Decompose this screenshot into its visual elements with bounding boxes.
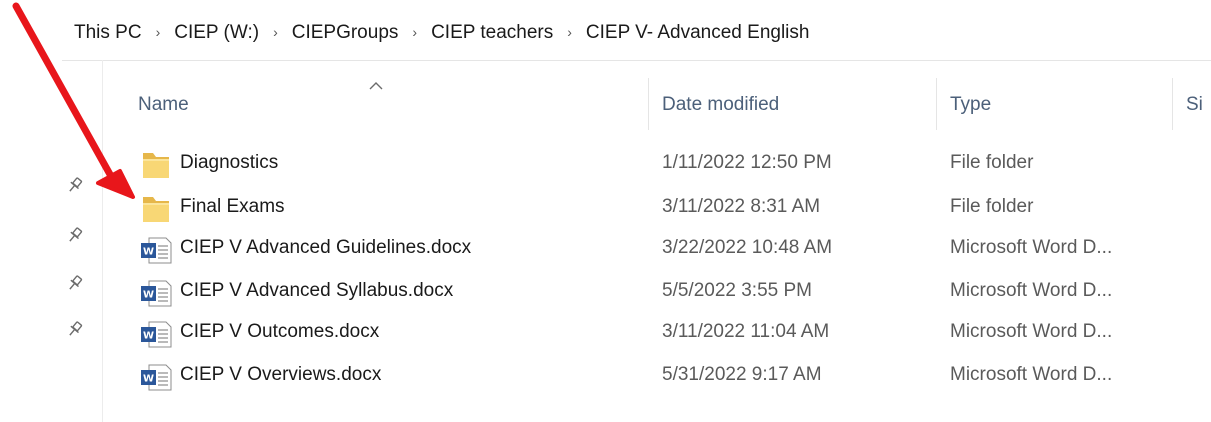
- breadcrumb-ciep-teachers[interactable]: CIEP teachers: [431, 22, 553, 44]
- file-date-modified: 5/31/2022 9:17 AM: [662, 364, 822, 385]
- file-type: File folder: [950, 196, 1034, 217]
- column-header-date-label: Date modified: [662, 94, 780, 115]
- column-header-date-modified[interactable]: Date modified: [662, 90, 779, 120]
- file-name[interactable]: Final Exams: [180, 196, 285, 218]
- file-type: Microsoft Word D...: [950, 237, 1113, 258]
- file-row[interactable]: W CIEP V Outcomes.docx 3/11/2022 11:04 A…: [138, 313, 1211, 353]
- file-type: File folder: [950, 152, 1034, 173]
- pin-icon[interactable]: [66, 320, 84, 338]
- breadcrumb-drive[interactable]: CIEP (W:): [174, 22, 259, 44]
- file-date-modified: 3/11/2022 8:31 AM: [662, 196, 821, 217]
- pin-icon[interactable]: [66, 226, 84, 244]
- column-header-name[interactable]: Name: [138, 90, 189, 120]
- column-resize-handle[interactable]: [1172, 78, 1173, 130]
- file-name[interactable]: CIEP V Advanced Syllabus.docx: [180, 280, 453, 302]
- word-document-icon: W: [141, 321, 172, 348]
- file-date-modified: 1/11/2022 12:50 PM: [662, 152, 832, 173]
- word-document-icon: W: [141, 280, 172, 307]
- word-document-icon: W: [141, 237, 172, 264]
- pin-icon[interactable]: [66, 274, 84, 292]
- column-resize-handle[interactable]: [936, 78, 937, 130]
- breadcrumb-separator-icon[interactable]: ›: [156, 24, 161, 40]
- file-row[interactable]: W CIEP V Overviews.docx 5/31/2022 9:17 A…: [138, 356, 1211, 396]
- file-row[interactable]: W CIEP V Advanced Syllabus.docx 5/5/2022…: [138, 272, 1211, 312]
- breadcrumb-this-pc[interactable]: This PC: [74, 22, 142, 44]
- word-document-icon: W: [141, 364, 172, 391]
- file-name[interactable]: CIEP V Overviews.docx: [180, 364, 381, 386]
- pin-icon[interactable]: [66, 176, 84, 194]
- svg-text:W: W: [143, 290, 154, 301]
- file-row[interactable]: W CIEP V Advanced Guidelines.docx 3/22/2…: [138, 229, 1211, 269]
- column-resize-handle[interactable]: [648, 78, 649, 130]
- breadcrumb-separator-icon[interactable]: ›: [567, 24, 572, 40]
- address-bar-divider: [62, 60, 1211, 61]
- breadcrumb-current-folder[interactable]: CIEP V- Advanced English: [586, 22, 810, 44]
- column-header-size-label: Si: [1186, 94, 1203, 115]
- file-name[interactable]: CIEP V Outcomes.docx: [180, 321, 379, 343]
- file-type: Microsoft Word D...: [950, 364, 1113, 385]
- svg-text:W: W: [143, 374, 154, 385]
- column-header-name-label: Name: [138, 94, 189, 115]
- breadcrumb-ciepgroups[interactable]: CIEPGroups: [292, 22, 399, 44]
- file-type: Microsoft Word D...: [950, 280, 1113, 301]
- svg-text:W: W: [143, 247, 154, 258]
- navigation-pane-divider: [102, 60, 103, 422]
- file-date-modified: 3/22/2022 10:48 AM: [662, 237, 833, 258]
- breadcrumb: This PC › CIEP (W:) › CIEPGroups › CIEP …: [74, 18, 809, 48]
- svg-text:W: W: [143, 331, 154, 342]
- file-row[interactable]: Final Exams 3/11/2022 8:31 AM File folde…: [138, 188, 1211, 228]
- file-date-modified: 5/5/2022 3:55 PM: [662, 280, 812, 301]
- column-header-type[interactable]: Type: [950, 90, 991, 120]
- file-type: Microsoft Word D...: [950, 321, 1113, 342]
- file-name[interactable]: Diagnostics: [180, 152, 278, 174]
- column-header-size[interactable]: Si: [1186, 90, 1203, 120]
- breadcrumb-separator-icon[interactable]: ›: [273, 24, 278, 40]
- breadcrumb-separator-icon[interactable]: ›: [412, 24, 417, 40]
- file-name[interactable]: CIEP V Advanced Guidelines.docx: [180, 237, 471, 259]
- folder-icon: [143, 153, 169, 178]
- column-header-type-label: Type: [950, 94, 992, 115]
- file-row[interactable]: Diagnostics 1/11/2022 12:50 PM File fold…: [138, 144, 1211, 184]
- file-date-modified: 3/11/2022 11:04 AM: [662, 321, 830, 342]
- folder-icon: [143, 197, 169, 222]
- sort-ascending-icon: [369, 82, 383, 90]
